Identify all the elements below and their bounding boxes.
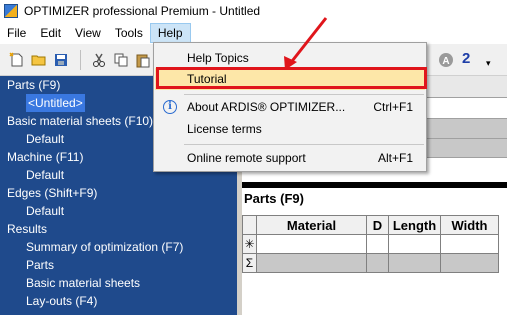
menu-item-about[interactable]: i About ARDIS® OPTIMIZER... Ctrl+F1 (155, 96, 425, 118)
grid-cell (388, 253, 441, 273)
table-row: Σ (242, 253, 499, 273)
save-icon[interactable] (52, 51, 70, 69)
menu-file[interactable]: File (0, 23, 33, 43)
table-row: ✳ (242, 234, 499, 254)
new-file-icon[interactable] (8, 51, 26, 69)
tree-item-results[interactable]: Results (0, 220, 237, 238)
menu-help[interactable]: Help (149, 23, 191, 43)
column-header-length[interactable]: Length (388, 215, 441, 235)
menu-edit[interactable]: Edit (33, 23, 68, 43)
new-row-icon[interactable]: ✳ (242, 234, 257, 254)
info-icon: i (163, 100, 177, 114)
parts-grid: Material D Length Width ✳ Σ (242, 215, 499, 273)
chevron-down-icon[interactable]: ▾ (486, 58, 491, 69)
toolbar-number-label[interactable]: 2 (462, 50, 470, 67)
column-header-width[interactable]: Width (440, 215, 499, 235)
grid-cell (256, 253, 367, 273)
menu-item-shortcut: Alt+F1 (377, 151, 413, 165)
parts-panel-title: Parts (F9) (242, 188, 507, 210)
title-bar: OPTIMIZER professional Premium - Untitle… (0, 0, 507, 22)
menu-bar: File Edit View Tools Help (0, 22, 507, 44)
grid-cell[interactable] (440, 234, 499, 254)
tree-item-summary[interactable]: Summary of optimization (F7) (0, 238, 237, 256)
open-folder-icon[interactable] (30, 51, 48, 69)
menu-item-help-topics[interactable]: Help Topics (155, 47, 425, 69)
menu-item-label: Help Topics (187, 51, 249, 65)
grid-cell (366, 253, 389, 273)
grid-cell (440, 253, 499, 273)
paste-icon[interactable] (134, 51, 152, 69)
app-logo-icon (4, 4, 18, 18)
tree-item-label: <Untitled> (26, 94, 85, 112)
grid-corner (242, 215, 257, 235)
copy-icon[interactable] (112, 51, 130, 69)
menu-item-tutorial[interactable]: Tutorial (155, 68, 425, 90)
grid-header-row: Material D Length Width (242, 215, 499, 235)
menu-tools[interactable]: Tools (108, 23, 150, 43)
menu-separator (184, 144, 424, 145)
grid-cell[interactable] (388, 234, 441, 254)
menu-view[interactable]: View (68, 23, 108, 43)
cut-icon[interactable] (90, 51, 108, 69)
menu-item-label: About ARDIS® OPTIMIZER... (187, 100, 346, 114)
column-header-material[interactable]: Material (256, 215, 367, 235)
parts-panel: Parts (F9) Material D Length Width ✳ Σ (242, 188, 507, 315)
info-circle-icon[interactable]: A (437, 51, 455, 69)
menu-item-label: License terms (187, 122, 262, 136)
menu-item-online-remote-support[interactable]: Online remote support Alt+F1 (155, 147, 425, 169)
column-header-d[interactable]: D (366, 215, 389, 235)
tree-item-edges[interactable]: Edges (Shift+F9) (0, 184, 237, 202)
grid-cell[interactable] (256, 234, 367, 254)
tree-item-default[interactable]: Default (0, 202, 237, 220)
tree-item-results-basic-material-sheets[interactable]: Basic material sheets (0, 274, 237, 292)
menu-item-license-terms[interactable]: License terms (155, 118, 425, 140)
help-menu-dropdown: Help Topics Tutorial i About ARDIS® OPTI… (153, 42, 427, 172)
window-title: OPTIMIZER professional Premium - Untitle… (24, 4, 261, 18)
tree-item-layouts[interactable]: Lay-outs (F4) (0, 292, 237, 310)
sum-row-icon: Σ (242, 253, 257, 273)
tree-item-results-parts[interactable]: Parts (0, 256, 237, 274)
menu-separator (184, 94, 424, 95)
menu-item-shortcut: Ctrl+F1 (373, 100, 413, 114)
grid-cell[interactable] (366, 234, 389, 254)
toolbar-separator (80, 50, 81, 70)
menu-item-label: Tutorial (187, 72, 227, 86)
svg-text:A: A (442, 56, 449, 67)
menu-item-label: Online remote support (187, 151, 306, 165)
